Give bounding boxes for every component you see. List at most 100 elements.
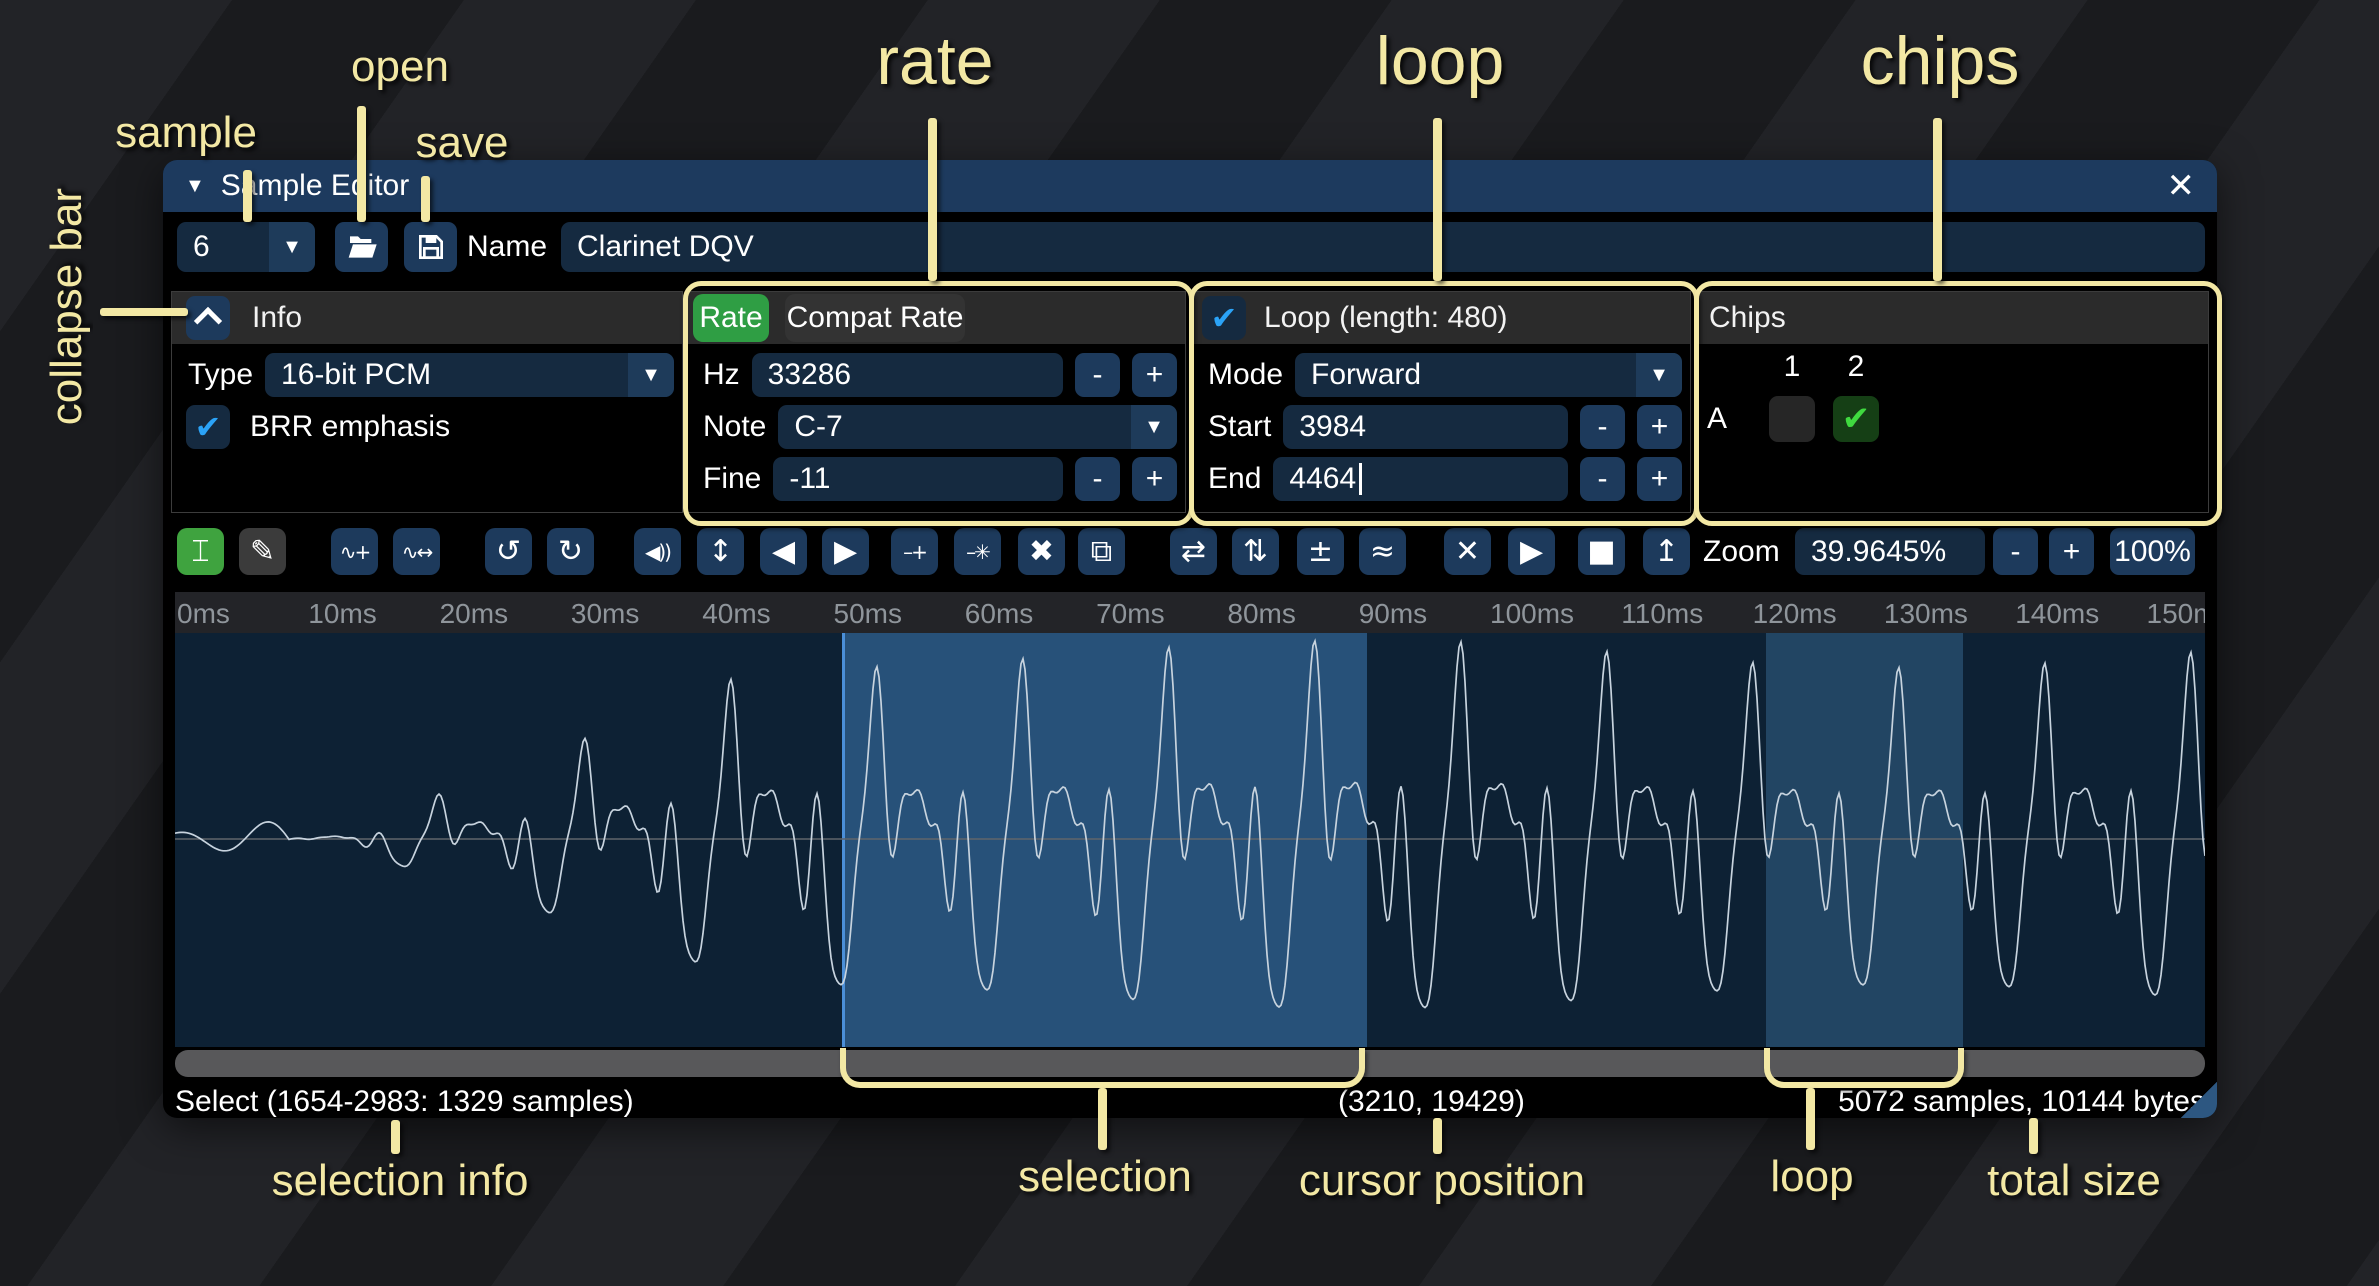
annotation-selection-info-line [391, 1120, 400, 1154]
annotation-sample-line [243, 170, 252, 222]
reverse-button[interactable]: ⇄ [1170, 528, 1217, 575]
type-value: 16-bit PCM [281, 353, 431, 397]
annotation-save: save [416, 118, 509, 168]
timeline-label: 150ms [2147, 598, 2206, 630]
wave-insert-button[interactable]: ∿+ [331, 528, 378, 575]
volume-button[interactable]: ◀)) [634, 528, 681, 575]
chevron-down-icon[interactable]: ▼ [269, 222, 315, 272]
info-panel-title: Info [252, 301, 302, 335]
annotation-total-size: total size [1987, 1156, 2161, 1206]
annotation-loop-line [1433, 118, 1442, 281]
loop-brace [1764, 1048, 1964, 1088]
crossfade-button[interactable]: ✕ [1444, 528, 1491, 575]
annotation-total-size-line [2029, 1118, 2038, 1154]
timeline-label: 110ms [1621, 598, 1703, 630]
total-size-text: 5072 samples, 10144 bytes [1838, 1085, 2205, 1119]
amplify-button[interactable]: ↕ [697, 528, 744, 575]
waveform-path [175, 641, 2205, 1008]
zoom-reset-button[interactable]: 100% [2110, 528, 2195, 575]
timeline-label: 30ms [571, 598, 639, 630]
play-button[interactable]: ▶ [1508, 528, 1555, 575]
zoom-in-button[interactable]: + [2049, 528, 2094, 575]
zoom-value: 39.9645% [1811, 535, 1946, 569]
loop-annotation-box [1189, 281, 1699, 526]
timeline-ruler[interactable]: 0ms10ms20ms30ms40ms50ms60ms70ms80ms90ms1… [175, 592, 2205, 633]
collapse-triangle-icon[interactable]: ▼ [185, 175, 205, 198]
timeline-label: 20ms [440, 598, 508, 630]
timeline-label: 70ms [1096, 598, 1164, 630]
adjust-button[interactable]: ⇅ [1232, 528, 1279, 575]
zoom-out-button[interactable]: - [1993, 528, 2038, 575]
annotation-selection-info: selection info [272, 1156, 529, 1206]
crop-button[interactable]: ⧉ [1078, 528, 1125, 575]
toolbar: Zoom 39.9645% - + 100% ⌶ ✎ ∿+ ∿↔ ↺ ↻ ◀)) ↕ ◀ ▶ –+–… [163, 522, 2217, 580]
info-panel: Info Type 16-bit PCM ▼ ✔ BRR emphasis [171, 291, 683, 513]
annotation-rate: rate [876, 22, 993, 100]
redo-button[interactable]: ↻ [547, 528, 594, 575]
timeline-label: 120ms [1753, 598, 1837, 630]
zoom-input[interactable]: 39.9645% [1795, 528, 1985, 575]
annotation-open: open [351, 42, 449, 92]
trim-left-button[interactable]: ◀ [760, 528, 807, 575]
annotation-collapse-bar: collapse bar [42, 188, 92, 425]
offset-button[interactable]: ± [1297, 528, 1344, 575]
annotation-rate-line [928, 118, 937, 281]
sample-number-value: 6 [193, 222, 210, 272]
zoom-label: Zoom [1703, 528, 1780, 575]
close-icon[interactable]: ✕ [2167, 169, 2196, 203]
annotation-collapse-line [100, 308, 188, 316]
name-input[interactable]: Clarinet DQV [561, 222, 2205, 272]
select-tool-button[interactable]: ⌶ [177, 528, 224, 575]
timeline-label: 50ms [834, 598, 902, 630]
name-value: Clarinet DQV [577, 230, 754, 264]
annotation-selection-line [1098, 1088, 1107, 1150]
annotation-loop-lower-line [1806, 1088, 1815, 1150]
save-icon [415, 231, 447, 263]
timeline-label: 90ms [1359, 598, 1427, 630]
timeline-label: 60ms [965, 598, 1033, 630]
open-button[interactable] [335, 222, 388, 272]
chips-annotation-box [1694, 281, 2222, 526]
export-button[interactable]: ↥ [1643, 528, 1690, 575]
name-label: Name [467, 222, 547, 272]
type-dropdown[interactable]: 16-bit PCM ▼ [265, 353, 674, 397]
collapse-info-button[interactable] [186, 296, 230, 340]
annotation-selection: selection [1018, 1152, 1192, 1202]
cursor-position-text: (3210, 19429) [1338, 1085, 1525, 1119]
annotation-cursor-position-line [1433, 1118, 1442, 1154]
chevron-down-icon[interactable]: ▼ [628, 353, 674, 397]
undo-button[interactable]: ↺ [485, 528, 532, 575]
annotation-save-line [421, 176, 430, 222]
annotation-loop: loop [1376, 22, 1505, 100]
timeline-label: 100ms [1490, 598, 1574, 630]
annotation-chips: chips [1861, 22, 2020, 100]
annotation-sample: sample [115, 108, 257, 158]
brr-emphasis-label: BRR emphasis [250, 410, 450, 444]
save-button[interactable] [404, 222, 457, 272]
resize-handle[interactable] [2179, 1080, 2217, 1118]
waveform-svg [175, 633, 2205, 1047]
timeline-label: 0ms [177, 598, 230, 630]
annotation-chips-line [1933, 118, 1942, 281]
wave-stretch-button[interactable]: ∿↔ [393, 528, 440, 575]
brr-emphasis-checkbox[interactable]: ✔ [186, 405, 230, 449]
trim-right-button[interactable]: ▶ [822, 528, 869, 575]
stop-button[interactable]: ■ [1578, 528, 1625, 575]
insert-snap-button[interactable]: –✳ [954, 528, 1001, 575]
waveform-view[interactable] [175, 633, 2205, 1047]
selection-info-text: Select (1654-2983: 1329 samples) [175, 1085, 634, 1119]
sample-number-dropdown[interactable]: 6 ▼ [177, 222, 315, 272]
info-panel-header: Info [172, 292, 682, 344]
folder-open-icon [346, 231, 378, 263]
filter-button[interactable]: ≈ [1359, 528, 1406, 575]
chevron-up-icon [194, 307, 222, 335]
draw-tool-button[interactable]: ✎ [239, 528, 286, 575]
annotation-open-line [357, 106, 366, 222]
rate-annotation-box [683, 281, 1194, 526]
delete-button[interactable]: ✖ [1018, 528, 1065, 575]
check-icon: ✔ [195, 408, 222, 446]
annotation-loop-lower: loop [1770, 1152, 1853, 1202]
insert-silence-button[interactable]: –+ [891, 528, 938, 575]
annotation-cursor-position: cursor position [1299, 1156, 1585, 1206]
timeline-label: 140ms [2015, 598, 2099, 630]
